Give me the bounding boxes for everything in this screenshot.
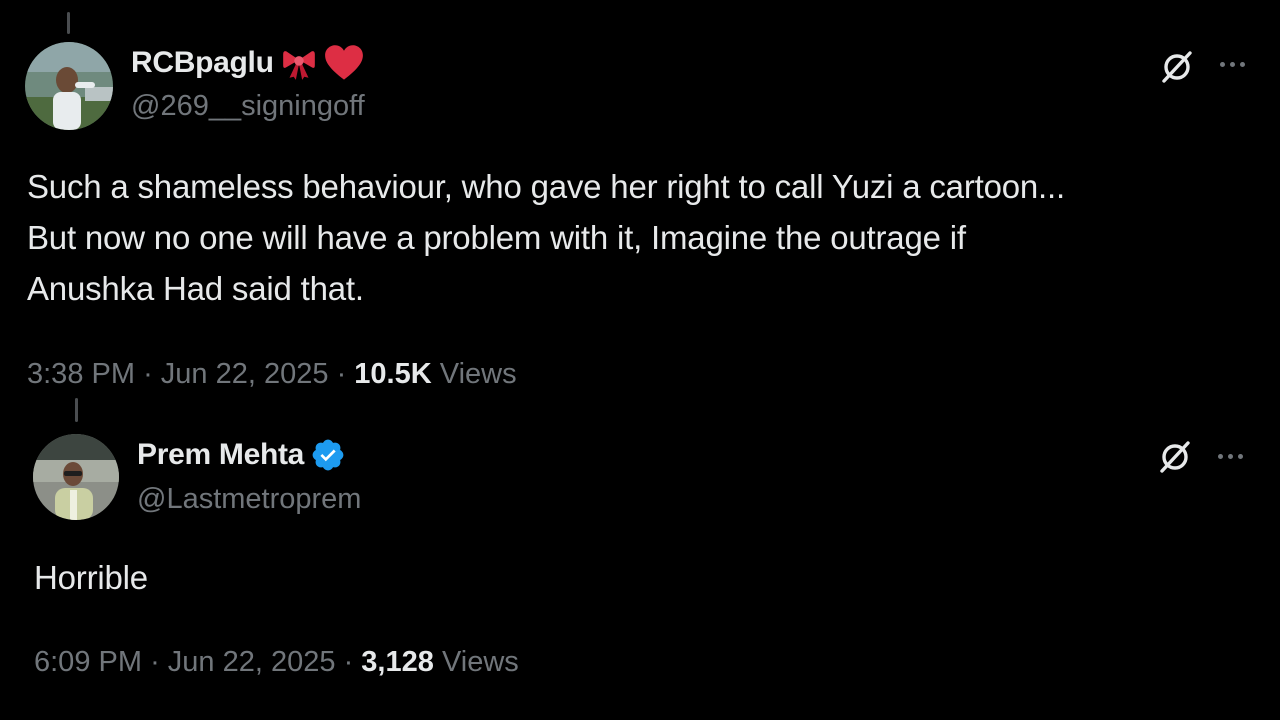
views-count: 10.5K — [354, 358, 432, 390]
tweet-meta: 6:09 PM · Jun 22, 2025 · 3,128 Views — [34, 646, 519, 679]
tweet-text-line: But now no one will have a problem with … — [27, 219, 966, 256]
views-count: 3,128 — [361, 646, 434, 678]
more-options-icon[interactable] — [1218, 454, 1243, 459]
avatar-image — [33, 434, 119, 520]
display-name[interactable]: Prem Mehta — [137, 438, 304, 472]
avatar-image — [25, 42, 113, 130]
meta-separator: · — [343, 646, 354, 678]
tweet-text-line: Such a shameless behaviour, who gave her… — [27, 168, 1065, 205]
views-label: Views — [439, 358, 517, 390]
handle[interactable]: @Lastmetroprem — [137, 483, 361, 516]
tweet-text-line: Anushka Had said that. — [27, 270, 364, 307]
avatar[interactable] — [25, 42, 113, 130]
views-label: Views — [441, 646, 519, 678]
tweet-meta: 3:38 PM · Jun 22, 2025 · 10.5K Views — [27, 358, 517, 391]
timestamp-date[interactable]: Jun 22, 2025 — [161, 358, 329, 390]
avatar[interactable] — [33, 434, 119, 520]
handle[interactable]: @269__signingoff — [131, 90, 365, 123]
red-heart-icon — [324, 44, 364, 82]
tweet-text: Horrible — [34, 552, 1234, 603]
grok-icon[interactable] — [1156, 438, 1194, 476]
grok-icon[interactable] — [1158, 48, 1196, 86]
tweet-text-line: Horrible — [34, 559, 148, 596]
verified-badge-icon[interactable] — [310, 437, 346, 473]
display-name[interactable]: RCBpaglu — [131, 46, 274, 80]
name-row: Prem Mehta — [137, 437, 346, 473]
meta-separator: · — [150, 646, 160, 678]
meta-separator: · — [143, 358, 153, 390]
tweet-text: Such a shameless behaviour, who gave her… — [27, 161, 1257, 314]
timestamp-time[interactable]: 6:09 PM — [34, 646, 142, 678]
name-row: RCBpaglu — [131, 44, 364, 82]
tweet-rcbpaglu[interactable]: RCBpaglu @269__signingoff Such a shamele… — [0, 0, 1280, 400]
thread-connector-middle — [75, 398, 78, 422]
meta-separator: · — [336, 358, 347, 390]
tweet-prem-mehta[interactable]: Prem Mehta @Lastmetroprem Horrible 6:09 … — [0, 420, 1280, 720]
ribbon-icon — [280, 44, 318, 82]
more-options-icon[interactable] — [1220, 62, 1245, 67]
timestamp-time[interactable]: 3:38 PM — [27, 358, 135, 390]
timestamp-date[interactable]: Jun 22, 2025 — [168, 646, 336, 678]
